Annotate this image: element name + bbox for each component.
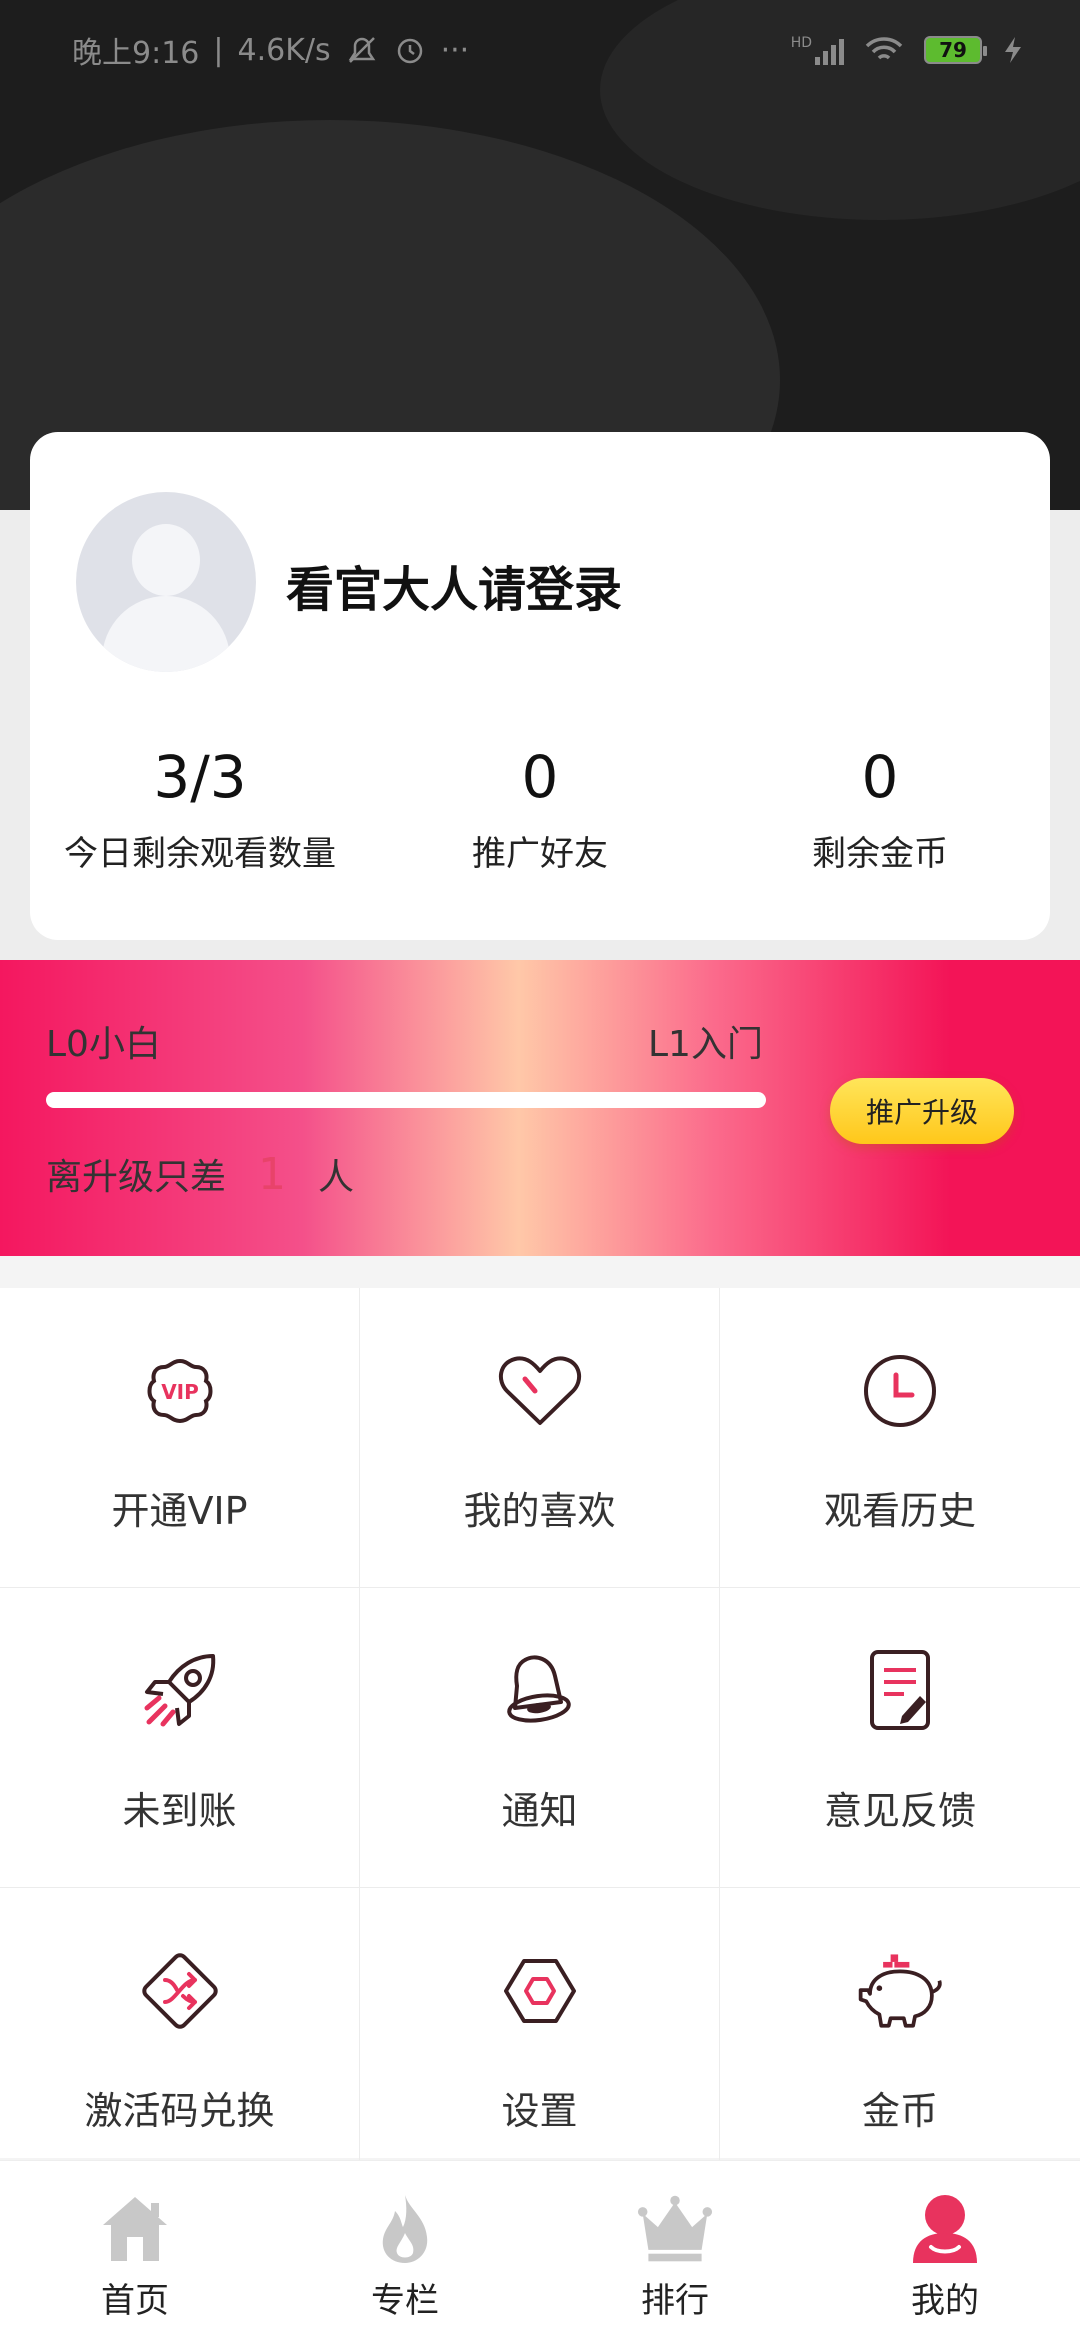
stat-label: 剩余金币 <box>812 834 948 874</box>
remaining-count: 1 <box>258 1148 287 1200</box>
wifi-icon <box>865 37 903 60</box>
muted-icon <box>348 37 375 63</box>
profile-card: 看官大人请登录 3/3 今日剩余观看数量 0 推广好友 0 剩余金币 <box>30 432 1050 940</box>
remaining-prefix: 离升级只差 <box>46 1157 227 1198</box>
status-time: 晚上9:16 <box>72 36 200 71</box>
stat-label: 今日剩余观看数量 <box>64 834 336 874</box>
bell-icon <box>506 1655 571 1723</box>
rocket-icon <box>144 1654 215 1727</box>
menu-item-coins[interactable]: 金币 <box>720 1888 1080 2188</box>
menu-label: 通知 <box>501 1789 578 1833</box>
stat-remaining-coins[interactable]: 0 剩余金币 <box>710 742 1050 875</box>
promote-upgrade-button[interactable]: 推广升级 <box>830 1078 1014 1144</box>
menu-item-settings[interactable]: 设置 <box>360 1888 720 2188</box>
menu-label: 开通VIP <box>111 1489 248 1533</box>
bottom-tab-bar: 首页 专栏 排行 我的 <box>0 2160 1080 2340</box>
menu-item-history[interactable]: 观看历史 <box>720 1288 1080 1588</box>
menu-item-feedback[interactable]: 意见反馈 <box>720 1588 1080 1888</box>
menu-grid: VIP 开通VIP 我的喜欢 观看历史 未到账 通知 意见反馈 激活码兑换 设置… <box>0 1288 1080 2188</box>
clock-icon <box>864 1355 936 1427</box>
piggy-bank-icon <box>858 1954 942 2028</box>
stat-value: 0 <box>521 743 559 811</box>
battery-indicator: 79 <box>924 36 987 64</box>
tab-label: 排行 <box>641 2281 709 2321</box>
signal-icon: HD <box>791 35 844 65</box>
menu-label: 未到账 <box>122 1789 237 1833</box>
tab-label: 首页 <box>101 2281 169 2321</box>
stat-label: 推广好友 <box>472 834 608 874</box>
stat-value: 0 <box>861 743 899 811</box>
charging-icon <box>1005 37 1021 63</box>
alarm-icon <box>397 38 422 64</box>
remaining-suffix: 人 <box>318 1157 355 1198</box>
tab-home[interactable]: 首页 <box>0 2161 270 2340</box>
tab-label: 专栏 <box>371 2281 439 2321</box>
level-progress-bar <box>46 1092 766 1108</box>
menu-label: 意见反馈 <box>823 1789 976 1833</box>
home-icon <box>103 2197 167 2261</box>
menu-label: 金币 <box>861 2089 938 2133</box>
user-icon <box>913 2195 977 2263</box>
level-banner: L0小白 L1入门 离升级只差 1 人 推广升级 <box>0 960 1080 1256</box>
menu-label: 我的喜欢 <box>463 1489 616 1533</box>
status-more: ··· <box>440 32 470 68</box>
settings-hexagon-icon <box>503 1959 576 2023</box>
next-level: L1入门 <box>648 1024 763 1065</box>
menu-item-notifications[interactable]: 通知 <box>360 1588 720 1888</box>
menu-label: 激活码兑换 <box>84 2089 275 2133</box>
tab-column[interactable]: 专栏 <box>270 2161 540 2340</box>
network-type: HD <box>790 35 812 51</box>
menu-item-not-received[interactable]: 未到账 <box>0 1588 360 1888</box>
flame-icon <box>382 2195 428 2263</box>
stat-value: 3/3 <box>153 743 247 811</box>
feedback-note-icon <box>870 1650 930 1730</box>
svg-text:VIP: VIP <box>161 1380 199 1404</box>
stat-promoted-friends[interactable]: 0 推广好友 <box>370 742 710 875</box>
avatar[interactable] <box>76 492 256 672</box>
stat-views-remaining: 3/3 今日剩余观看数量 <box>30 742 370 875</box>
current-level: L0小白 <box>46 1024 161 1065</box>
level-progress-fill <box>46 1092 766 1108</box>
crown-icon <box>637 2195 713 2262</box>
status-bar: 晚上9:16 | 4.6K/s ··· HD 79 <box>0 0 1080 100</box>
tab-mine[interactable]: 我的 <box>810 2161 1080 2340</box>
menu-item-vip[interactable]: VIP 开通VIP <box>0 1288 360 1588</box>
menu-item-activation-code[interactable]: 激活码兑换 <box>0 1888 360 2188</box>
upgrade-remaining: 离升级只差 1 人 <box>46 1148 354 1200</box>
menu-label: 观看历史 <box>823 1489 976 1533</box>
menu-label: 设置 <box>501 2089 578 2133</box>
tab-label: 我的 <box>911 2281 979 2321</box>
login-prompt[interactable]: 看官大人请登录 <box>286 550 622 620</box>
menu-item-favorites[interactable]: 我的喜欢 <box>360 1288 720 1588</box>
status-speed: 4.6K/s <box>237 32 331 68</box>
tab-ranking[interactable]: 排行 <box>540 2161 810 2340</box>
exchange-code-icon <box>141 1953 218 2029</box>
vip-badge-icon: VIP <box>147 1358 212 1424</box>
heart-icon <box>498 1356 581 1425</box>
